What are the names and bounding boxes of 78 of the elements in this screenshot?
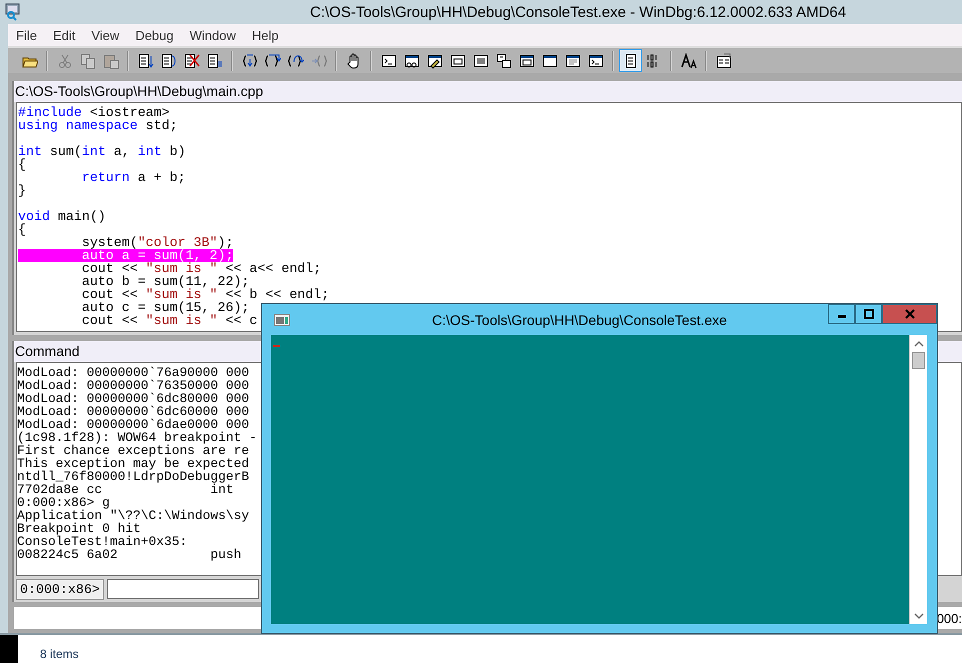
scissors-icon — [56, 52, 72, 68]
status-text: 000: — [936, 610, 962, 626]
document-cross-icon — [184, 52, 200, 68]
maximize-icon — [864, 309, 874, 319]
code-line: cout << "sum is " << b << endl; — [80, 288, 330, 301]
copy-icon — [80, 52, 96, 68]
output-line: 008224c5 6a02 push — [17, 548, 242, 561]
pane-title: C:\OS-Tools\Group\HH\Debug\main.cpp — [14, 81, 962, 102]
window-title: C:\OS-Tools\Group\HH\Debug\ConsoleTest.exe - WinDbg:6.12.0002.633 AMD64 — [310, 4, 846, 20]
scrollbar[interactable] — [909, 335, 927, 624]
app-icon — [4, 3, 22, 21]
document-arrow-icon — [138, 52, 154, 68]
close-icon — [904, 309, 914, 319]
code-line: cout << "sum is " << a<< endl; — [80, 262, 322, 275]
item-count: 8 items — [40, 647, 79, 663]
menu-item[interactable]: View — [91, 28, 126, 42]
list-window-icon — [472, 52, 488, 68]
document-lines-icon — [206, 52, 222, 68]
output-line: (1c98.1f28): WOW64 breakpoint - — [17, 431, 257, 444]
braces-arrow-icon — [242, 52, 258, 68]
code-line: void main() — [18, 210, 106, 223]
window-pencil-icon — [426, 52, 442, 68]
code-line: { — [18, 223, 26, 236]
output-line: ModLoad: 00000000`76a90000 000 — [17, 366, 250, 379]
output-line: 7702da8e cc int — [17, 483, 234, 496]
font-size-icon — [680, 52, 696, 68]
menu-item[interactable]: File — [16, 28, 44, 42]
toolbar-button[interactable] — [619, 49, 642, 72]
braces-arrow-icon — [288, 52, 304, 68]
output-line: ModLoad: 00000000`6dc60000 000 — [17, 405, 250, 418]
window-glasses-icon — [404, 52, 420, 68]
output-line: Application "\??\C:\Windows\sy — [17, 509, 250, 522]
code-line: auto b = sum(11, 22); — [80, 275, 250, 288]
output-line: ModLoad: 00000000`6dc80000 000 — [17, 392, 250, 405]
output-line: This exception may be expected — [17, 457, 250, 470]
braces-arrow-icon — [310, 52, 326, 68]
console-title: C:\OS-Tools\Group\HH\Debug\ConsoleTest.exe — [432, 312, 727, 328]
hand-icon — [346, 52, 362, 68]
command-input[interactable] — [106, 579, 259, 599]
menu-item[interactable]: Edit — [52, 28, 82, 42]
command-window-icon — [380, 52, 396, 68]
console-icon — [274, 314, 290, 326]
output-line: ModLoad: 00000000`76350000 000 — [17, 379, 250, 392]
clipboard-icon — [102, 52, 118, 68]
text-cursor — [273, 345, 280, 347]
scroll-thumb[interactable] — [912, 352, 925, 369]
code-line: } — [18, 184, 26, 197]
output-line: ConsoleTest!main+0x35: — [17, 535, 188, 548]
menu-item[interactable]: Help — [252, 28, 286, 42]
stacked-windows-icon — [496, 52, 512, 68]
output-line: Breakpoint 0 hit — [17, 522, 141, 535]
braces-arrow-icon — [264, 52, 280, 68]
code-line: auto c = sum(15, 26); — [80, 301, 250, 314]
properties-icon — [716, 52, 732, 68]
prompt-label: 0:000:x86> — [16, 578, 104, 600]
output-line: ntdll_76f80000!LdrpDoDebuggerB — [17, 470, 250, 483]
minimize-button[interactable] — [828, 304, 855, 324]
memory-window-icon — [518, 52, 534, 68]
code-line: #include <iostream> — [18, 106, 170, 119]
document-arrow-icon — [160, 52, 176, 68]
menu-item[interactable]: Debug — [135, 28, 181, 42]
code-line: return a + b; — [80, 171, 186, 184]
taskbar-strip — [0, 635, 18, 663]
output-line: 0:000:x86> g — [17, 496, 110, 509]
output-line: ModLoad: 00000000`6dae0000 000 — [17, 418, 250, 431]
registers-window-icon — [450, 52, 466, 68]
code-line: system("color 3B"); — [80, 236, 234, 249]
code-line: int sum(int a, int b) — [18, 145, 186, 158]
command-window-icon — [588, 52, 604, 68]
maximize-button[interactable] — [855, 304, 882, 324]
code-line: cout << "sum is " << c — [80, 314, 258, 327]
code-line: { — [18, 158, 26, 171]
blank-window-icon — [542, 52, 558, 68]
text-window-icon — [564, 52, 580, 68]
menu-item[interactable]: Window — [190, 28, 243, 42]
output-line: First chance exceptions are re — [17, 444, 250, 457]
close-button[interactable] — [882, 304, 937, 324]
code-line: using namespace std; — [18, 119, 178, 132]
